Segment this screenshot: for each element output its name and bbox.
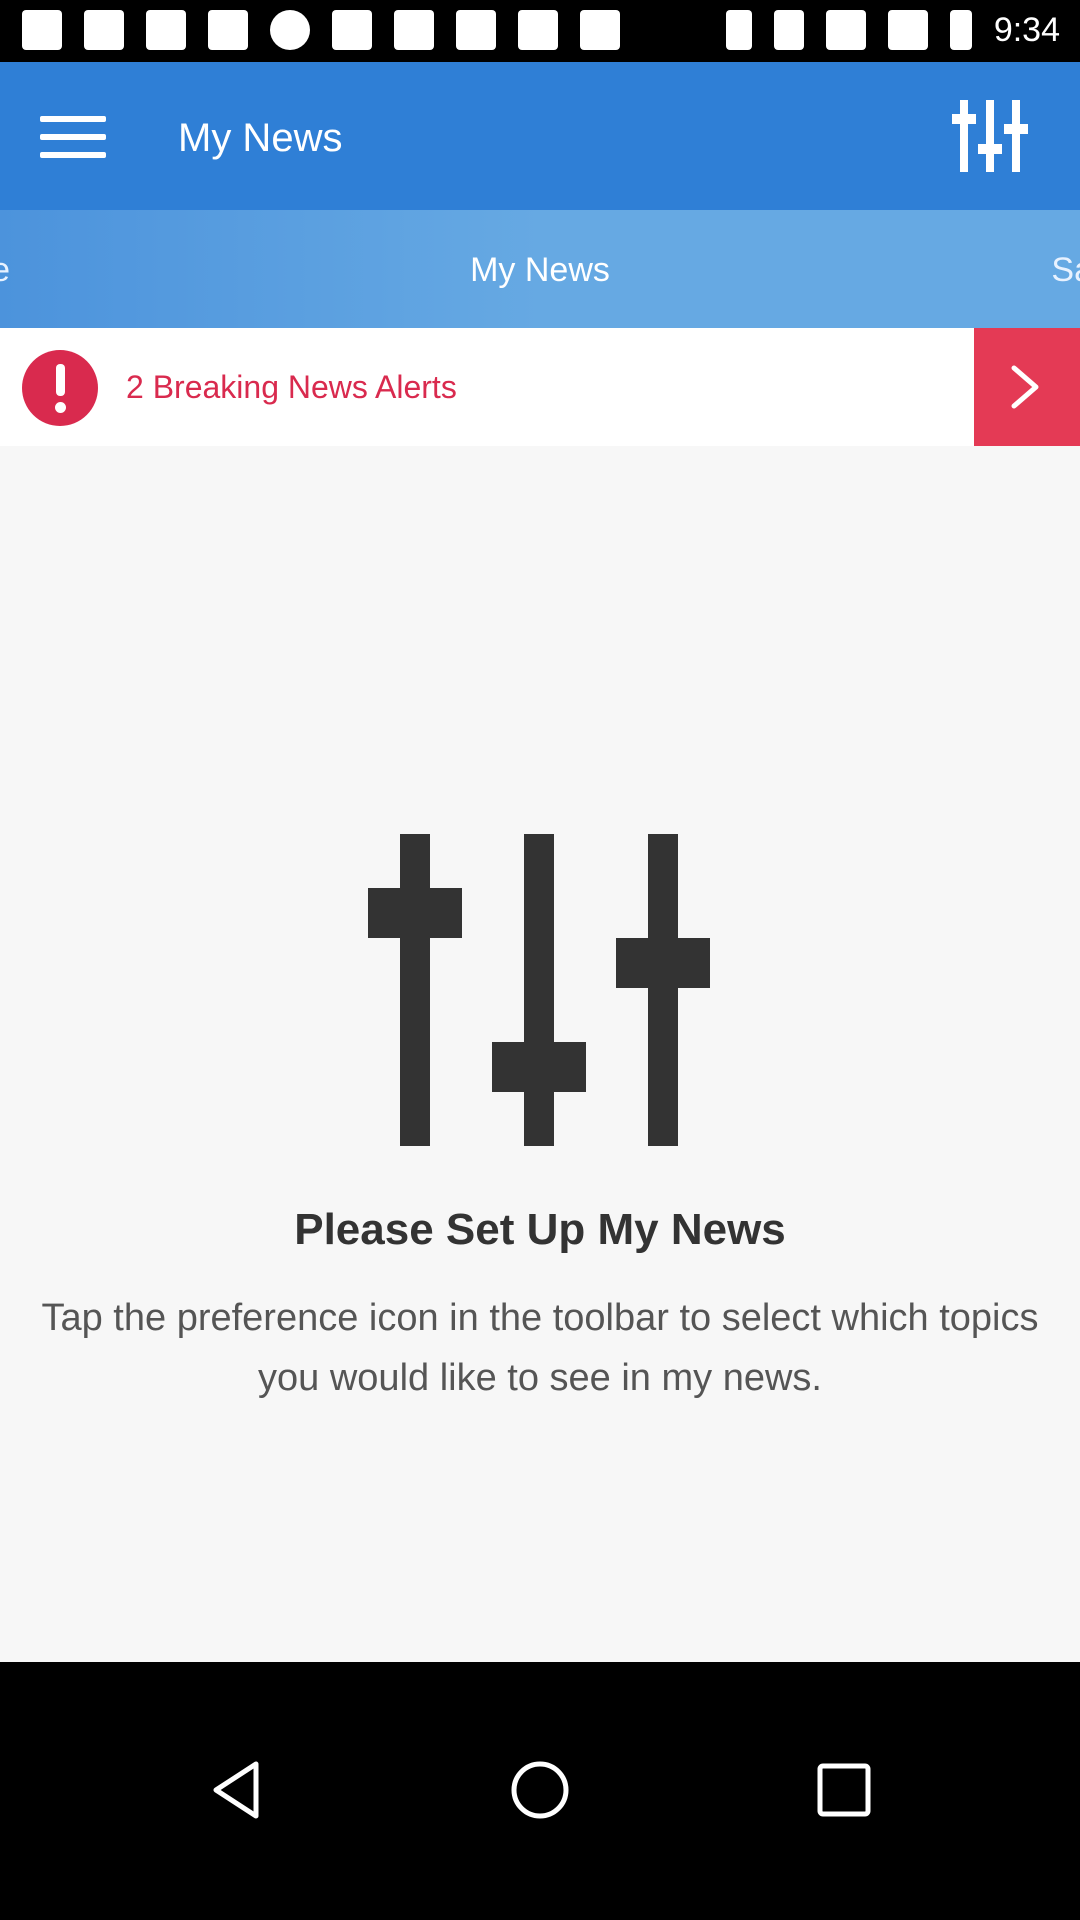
- system-icons: 9:34: [725, 10, 1060, 50]
- app-bar: My News: [0, 62, 1080, 210]
- app-notification-icon: [208, 10, 248, 50]
- tab-bar: r Me My News Sav: [0, 210, 1080, 328]
- recents-square-icon[interactable]: [812, 1758, 876, 1822]
- back-triangle-icon[interactable]: [206, 1758, 270, 1822]
- tab-saved[interactable]: Sav: [1051, 248, 1080, 292]
- game-icon: [456, 10, 496, 50]
- system-nav-bar: [0, 1662, 1080, 1920]
- tab-my-news[interactable]: My News: [0, 248, 1080, 292]
- cellular-icon: [887, 10, 928, 50]
- signal-icon: [270, 10, 310, 50]
- page-title: My News: [178, 116, 343, 160]
- bluetooth-icon: [725, 10, 752, 50]
- alert-text[interactable]: 2 Breaking News Alerts: [126, 366, 457, 408]
- empty-state-title: Please Set Up My News: [294, 1205, 786, 1254]
- satellite-icon: [332, 10, 372, 50]
- battery-icon: [949, 10, 972, 50]
- message-icon: [146, 10, 186, 50]
- sliders-icon: [368, 834, 710, 1146]
- sliders-icon[interactable]: [952, 100, 1028, 172]
- chevron-right-icon: [1011, 365, 1039, 409]
- vibrate-icon: [773, 10, 804, 50]
- empty-state-description: Tap the preference icon in the toolbar t…: [41, 1297, 1039, 1399]
- hamburger-menu-icon[interactable]: [40, 116, 106, 158]
- status-bar: 9:34: [0, 0, 1080, 62]
- notification-icons: [22, 10, 620, 50]
- wifi-icon: [825, 10, 866, 50]
- lock-icon: [394, 10, 434, 50]
- exclamation-circle-icon: [22, 350, 98, 426]
- app-notification-icon: [22, 10, 62, 50]
- briefcase-icon: [580, 10, 620, 50]
- breaking-news-alert-bar[interactable]: 2 Breaking News Alerts: [0, 328, 1080, 446]
- home-circle-icon[interactable]: [508, 1758, 572, 1822]
- clock: 9:34: [993, 11, 1060, 49]
- inbox-icon: [518, 10, 558, 50]
- alert-open-button[interactable]: [974, 328, 1080, 446]
- app-notification-icon: [84, 10, 124, 50]
